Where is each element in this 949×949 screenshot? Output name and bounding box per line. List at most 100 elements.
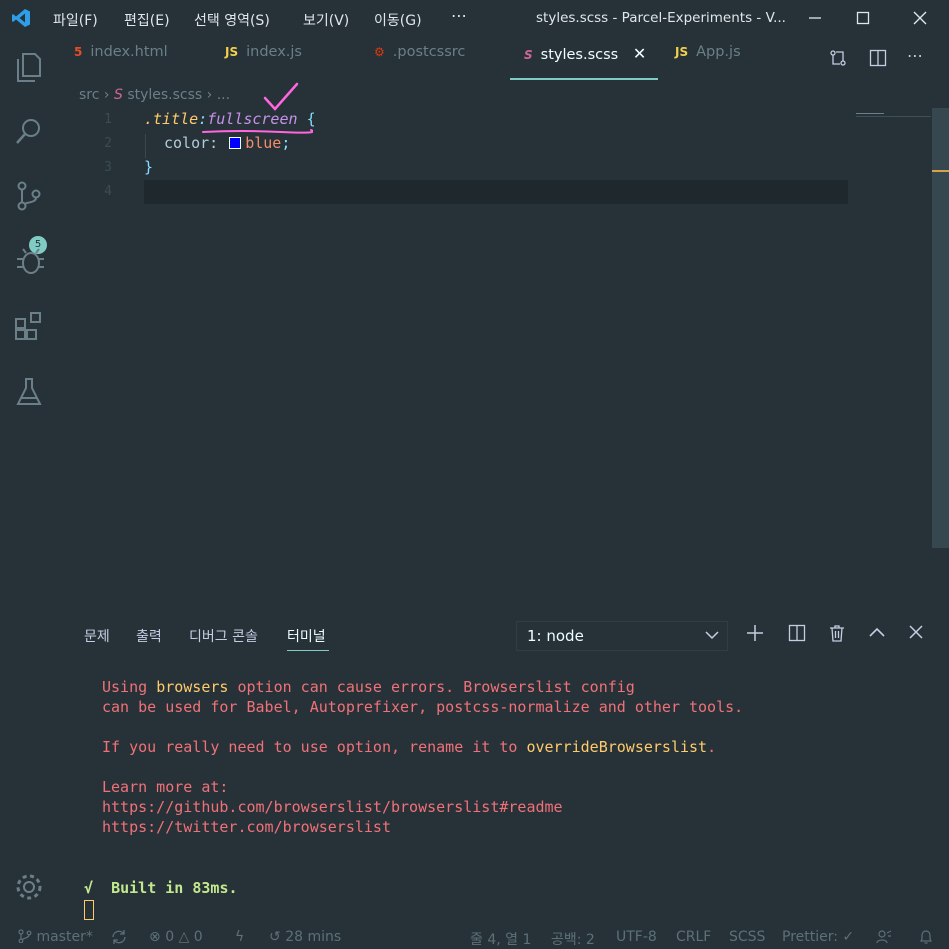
terminal-select-value: 1: node xyxy=(527,627,584,645)
settings-button[interactable] xyxy=(11,869,47,905)
close-window-button[interactable] xyxy=(900,6,940,30)
language-mode[interactable]: SCSS xyxy=(729,929,765,945)
error-count: 0 xyxy=(165,929,175,945)
maximize-button[interactable] xyxy=(843,6,883,30)
sass-icon: S xyxy=(113,87,123,103)
minimize-icon xyxy=(809,17,821,19)
css-colon: : xyxy=(198,110,208,128)
javascript-icon: JS xyxy=(225,45,239,59)
trash-icon[interactable] xyxy=(828,624,846,647)
indentation[interactable]: 공백: 2 xyxy=(551,929,595,949)
terminal-select[interactable]: 1: node xyxy=(516,621,728,651)
javascript-icon: JS xyxy=(675,45,689,59)
testing-button[interactable] xyxy=(11,373,47,409)
minimap[interactable] xyxy=(856,112,931,118)
css-open-brace: { xyxy=(306,110,316,128)
tab-styles-scss[interactable]: Sstyles.scss ✕ xyxy=(524,44,646,78)
tab-output[interactable]: 출력 xyxy=(136,626,162,646)
tab-postcssrc[interactable]: ⚙ .postcssrc xyxy=(374,44,465,78)
warning-icon: △ xyxy=(178,929,190,945)
terminal-line: can be used for Babel, Autoprefixer, pos… xyxy=(102,698,744,716)
close-tab-icon[interactable]: ✕ xyxy=(633,44,646,63)
active-tab-indicator xyxy=(510,78,658,80)
cursor-position[interactable]: 줄 4, 열 1 xyxy=(470,929,531,949)
maximize-icon xyxy=(856,11,870,25)
tab-label: index.html xyxy=(90,44,168,60)
explorer-button[interactable] xyxy=(11,48,47,84)
code-line-3: } xyxy=(144,158,153,176)
lightning-icon[interactable]: ϟ xyxy=(235,929,244,945)
compare-changes-icon[interactable] xyxy=(829,49,847,71)
search-icon xyxy=(16,119,40,144)
tab-debug-console[interactable]: 디버그 콘솔 xyxy=(189,626,258,646)
active-panel-tab-indicator xyxy=(287,650,329,651)
encoding[interactable]: UTF-8 xyxy=(616,929,657,945)
editor-scrollbar[interactable] xyxy=(932,108,949,548)
menu-view[interactable]: 보기(V) xyxy=(303,10,349,30)
files-icon xyxy=(17,53,41,82)
close-icon xyxy=(913,11,927,25)
color-swatch[interactable] xyxy=(229,137,242,149)
menu-file[interactable]: 파일(F) xyxy=(53,10,98,30)
terminal-link[interactable]: https://twitter.com/browserslist xyxy=(102,818,391,836)
code-line-1: .title:fullscreen { xyxy=(144,110,316,128)
maximize-panel-icon[interactable] xyxy=(868,624,886,647)
breadcrumb-more[interactable]: ... xyxy=(217,87,230,103)
menu-edit[interactable]: 편집(E) xyxy=(124,10,170,30)
source-control-button[interactable] xyxy=(11,178,47,214)
line-number: 4 xyxy=(104,184,112,199)
extensions-button[interactable] xyxy=(11,308,47,344)
notifications-icon[interactable] xyxy=(919,929,933,947)
window-title: styles.scss - Parcel-Experiments - V... xyxy=(536,10,786,26)
line-number: 3 xyxy=(104,160,112,175)
debug-button[interactable] xyxy=(11,243,47,279)
close-panel-icon[interactable] xyxy=(908,624,924,645)
terminal-line: Using browsers option can cause errors. … xyxy=(102,678,635,696)
split-terminal-icon[interactable] xyxy=(788,624,806,647)
build-status-line: √ Built in 83ms. xyxy=(84,879,238,897)
chevron-down-icon xyxy=(705,631,719,640)
more-actions-icon[interactable]: ⋯ xyxy=(907,46,923,65)
feedback-icon[interactable] xyxy=(876,929,892,947)
chevron-right-icon: › xyxy=(206,87,217,103)
html5-icon: 5 xyxy=(74,45,83,59)
tab-terminal[interactable]: 터미널 xyxy=(287,626,326,646)
tab-label: App.js xyxy=(696,44,741,60)
branch-indicator[interactable]: master* xyxy=(18,929,93,945)
current-line-highlight xyxy=(144,180,848,204)
flask-icon xyxy=(16,378,42,405)
tab-index-html[interactable]: 5 index.html xyxy=(74,44,168,78)
title-bar: 파일(F) 편집(E) 선택 영역(S) 보기(V) 이동(G) ⋯ style… xyxy=(0,0,949,36)
more-menu-icon[interactable]: ⋯ xyxy=(451,6,467,25)
branch-name: master* xyxy=(36,929,93,945)
tab-index-js[interactable]: JS index.js xyxy=(225,44,302,78)
line-number: 2 xyxy=(104,136,112,151)
tab-app-js[interactable]: JS App.js xyxy=(675,44,741,78)
breadcrumb-folder[interactable]: src xyxy=(79,87,99,103)
css-pseudo-class: fullscreen xyxy=(207,110,298,128)
warning-count: 0 xyxy=(193,929,203,945)
search-button[interactable] xyxy=(11,113,47,149)
terminal-link[interactable]: https://github.com/browserslist/browsers… xyxy=(102,798,563,816)
breadcrumb-file[interactable]: styles.scss xyxy=(127,87,202,103)
css-semicolon: ; xyxy=(281,134,291,152)
sync-icon[interactable] xyxy=(111,929,127,947)
gear-icon xyxy=(16,874,42,900)
time-value: 28 mins xyxy=(285,929,342,945)
prettier-status[interactable]: Prettier: ✓ xyxy=(782,929,854,945)
terminal-line: Learn more at: xyxy=(102,778,229,796)
indent-guide xyxy=(145,134,146,158)
tab-problems[interactable]: 문제 xyxy=(84,626,110,646)
minimize-button[interactable] xyxy=(795,6,835,30)
problems-indicator[interactable]: ⊗ 0 △ 0 xyxy=(149,929,203,945)
terminal-line: If you really need to use option, rename… xyxy=(102,738,717,756)
menu-selection[interactable]: 선택 영역(S) xyxy=(194,10,270,30)
split-editor-icon[interactable] xyxy=(869,49,887,71)
menu-go[interactable]: 이동(G) xyxy=(374,10,422,30)
error-icon: ⊗ xyxy=(149,929,161,945)
new-terminal-icon[interactable] xyxy=(746,624,764,647)
end-of-line[interactable]: CRLF xyxy=(676,929,711,945)
scrollbar-cursor-marker xyxy=(932,170,949,172)
time-tracker[interactable]: ↺ 28 mins xyxy=(269,929,341,945)
css-selector: .title xyxy=(144,110,199,128)
